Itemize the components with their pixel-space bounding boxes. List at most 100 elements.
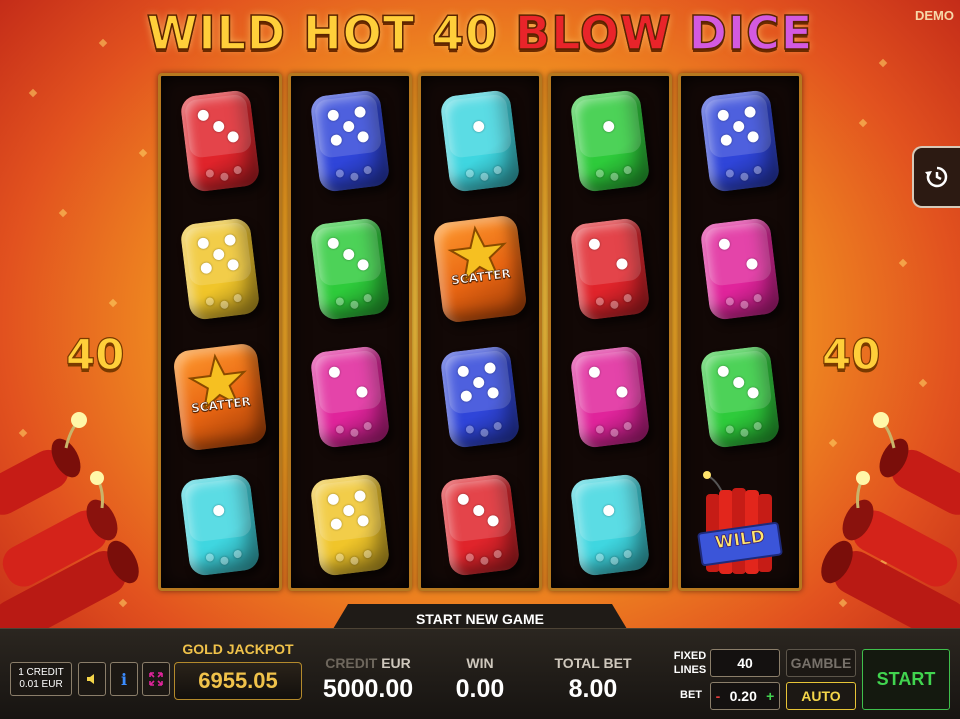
fixed-lines-label-line1: FIXED xyxy=(673,650,707,662)
reel-cell xyxy=(551,333,669,461)
scatter-symbol: SCATTER xyxy=(172,342,268,452)
credit-denomination-line2: 0.01 EUR xyxy=(19,679,63,690)
reel-cell xyxy=(291,77,409,205)
start-button[interactable]: START xyxy=(862,649,950,710)
die-symbol-icon xyxy=(699,217,781,321)
die-symbol-icon xyxy=(569,89,651,193)
title-dice: DICE xyxy=(688,5,814,61)
credit-label: CREDIT EUR xyxy=(318,655,418,671)
credit-denomination-line1: 1 CREDIT xyxy=(18,667,64,678)
reel-5: WILD xyxy=(678,73,802,591)
title-wild-hot-40: WILD HOT 40 xyxy=(146,5,499,61)
fullscreen-button[interactable] xyxy=(142,662,170,696)
sparkle xyxy=(898,258,908,268)
die-symbol-icon xyxy=(179,217,261,321)
gold-jackpot-value: 6955.05 xyxy=(174,662,302,700)
history-icon xyxy=(925,166,948,188)
gold-jackpot-label: GOLD JACKPOT xyxy=(182,641,294,657)
sparkle xyxy=(858,118,868,128)
die-symbol-icon xyxy=(569,217,651,321)
die-symbol-icon xyxy=(309,345,391,449)
bet-decrease-button[interactable]: - xyxy=(716,688,721,704)
reel-cell xyxy=(161,461,279,589)
reel-cell xyxy=(161,77,279,205)
die-symbol-icon xyxy=(309,473,391,577)
info-button[interactable]: i xyxy=(110,662,138,696)
bet-stepper[interactable]: - 0.20 + xyxy=(710,682,780,710)
gamble-button[interactable]: GAMBLE xyxy=(786,649,856,677)
history-button[interactable] xyxy=(912,146,960,208)
firecracker-left-icon xyxy=(0,412,139,630)
reel-cell: WILD xyxy=(681,461,799,589)
reel-cell xyxy=(421,77,539,205)
win-value: 0.00 xyxy=(455,675,505,703)
firecracker-right-icon xyxy=(821,412,960,630)
sparkle xyxy=(58,208,68,218)
credit-label-text: CREDIT xyxy=(325,655,378,671)
die-symbol-icon xyxy=(309,217,391,321)
reel-2 xyxy=(288,73,412,591)
die-symbol-icon xyxy=(439,473,521,577)
reel-cell xyxy=(551,461,669,589)
reel-3: SCATTER xyxy=(418,73,542,591)
reel-4 xyxy=(548,73,672,591)
lines-count-left: 40 xyxy=(65,329,125,379)
total-bet-display: TOTAL BET 8.00 xyxy=(548,655,638,704)
reel-1: SCATTER xyxy=(158,73,282,591)
total-bet-label: TOTAL BET xyxy=(554,655,632,671)
reel-cell xyxy=(681,205,799,333)
info-icon: i xyxy=(120,669,128,689)
reel-cell xyxy=(291,333,409,461)
sound-icon xyxy=(87,674,94,684)
win-label: WIN xyxy=(466,655,494,671)
reel-cell xyxy=(421,461,539,589)
sparkle xyxy=(108,298,118,308)
bet-label: BET xyxy=(680,689,702,701)
die-symbol-icon xyxy=(699,345,781,449)
reel-cell xyxy=(551,205,669,333)
reel-cell xyxy=(161,205,279,333)
fixed-lines-value: 40 xyxy=(710,649,780,677)
reel-cell xyxy=(291,205,409,333)
scatter-symbol: SCATTER xyxy=(432,214,528,324)
credit-denomination-button[interactable]: 1 CREDIT 0.01 EUR xyxy=(10,662,72,696)
reel-cell xyxy=(291,461,409,589)
total-bet-value: 8.00 xyxy=(568,675,618,703)
die-symbol-icon xyxy=(179,89,261,193)
reels-area: SCATTER SCATTER WILD xyxy=(158,73,803,591)
win-display: WIN 0.00 xyxy=(440,655,520,704)
fullscreen-icon xyxy=(149,672,163,686)
bet-increase-button[interactable]: + xyxy=(766,688,774,704)
fixed-lines-label-line2: LINES xyxy=(673,664,707,676)
reel-cell xyxy=(421,333,539,461)
wild-dynamite-symbol: WILD xyxy=(692,470,788,580)
reel-cell xyxy=(551,77,669,205)
die-symbol-icon xyxy=(439,89,521,193)
reel-cell xyxy=(681,333,799,461)
fixed-lines-label: FIXED LINES xyxy=(670,649,710,677)
credit-display: CREDIT EUR 5000.00 xyxy=(318,655,418,704)
reel-cell: SCATTER xyxy=(421,205,539,333)
die-symbol-icon xyxy=(309,89,391,193)
sound-button[interactable] xyxy=(78,662,106,696)
die-symbol-icon xyxy=(699,89,781,193)
sparkle xyxy=(138,148,148,158)
die-symbol-icon xyxy=(179,473,261,577)
bet-value: 0.20 xyxy=(729,688,757,704)
lines-count-right: 40 xyxy=(821,329,881,379)
reel-cell xyxy=(681,77,799,205)
title-blow: BLOW xyxy=(514,5,672,61)
credit-currency: EUR xyxy=(381,655,411,671)
game-title: WILD HOT 40 BLOW DICE xyxy=(0,5,960,61)
die-symbol-icon xyxy=(569,473,651,577)
demo-badge: DEMO xyxy=(915,8,954,23)
die-symbol-icon xyxy=(569,345,651,449)
sparkle xyxy=(878,58,888,68)
sparkle xyxy=(28,88,38,98)
reel-cell: SCATTER xyxy=(161,333,279,461)
auto-button[interactable]: AUTO xyxy=(786,682,856,710)
start-new-game-label[interactable]: START NEW GAME xyxy=(330,611,630,627)
die-symbol-icon xyxy=(439,345,521,449)
credit-value: 5000.00 xyxy=(322,675,414,703)
sparkle xyxy=(918,378,928,388)
